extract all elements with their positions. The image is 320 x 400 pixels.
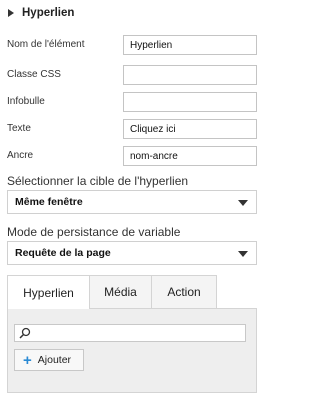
persistence-select-value: Requête de la page (15, 247, 111, 259)
tooltip-label: Infobulle (7, 96, 45, 107)
anchor-input[interactable] (123, 146, 257, 166)
text-label: Texte (7, 123, 31, 134)
css-class-input[interactable] (123, 65, 257, 85)
persistence-select[interactable]: Requête de la page (7, 241, 257, 265)
tabs-panel: Hyperlien Média Action + Ajouter (7, 275, 257, 393)
field-row-element-name: Nom de l'élément (7, 35, 257, 57)
persistence-select-label: Mode de persistance de variable (7, 225, 181, 239)
field-row-css-class: Classe CSS (7, 65, 257, 87)
search-icon (19, 327, 31, 339)
caret-down-icon[interactable] (238, 200, 248, 206)
section-header-hyperlien[interactable]: Hyperlien (8, 3, 74, 23)
add-button-label: Ajouter (37, 354, 72, 366)
tooltip-input[interactable] (123, 92, 257, 112)
element-name-input[interactable] (123, 35, 257, 55)
tab-hyperlien[interactable]: Hyperlien (7, 275, 90, 310)
tab-action[interactable]: Action (151, 275, 217, 309)
plus-icon: + (23, 351, 32, 369)
target-select-label: Sélectionner la cible de l'hyperlien (7, 174, 189, 188)
tab-media[interactable]: Média (89, 275, 152, 309)
tab-strip: Hyperlien Média Action (7, 275, 257, 310)
tab-content-hyperlien: + Ajouter (7, 309, 257, 393)
section-title: Hyperlien (22, 7, 75, 19)
text-input[interactable] (123, 119, 257, 139)
field-row-anchor: Ancre (7, 146, 257, 168)
search-input[interactable] (14, 324, 246, 342)
field-row-text: Texte (7, 119, 257, 141)
add-button[interactable]: + Ajouter (14, 349, 84, 371)
target-select-value: Même fenêtre (15, 196, 83, 208)
field-row-tooltip: Infobulle (7, 92, 257, 114)
target-select[interactable]: Même fenêtre (7, 190, 257, 214)
css-class-label: Classe CSS (7, 69, 61, 80)
expand-triangle-icon[interactable] (8, 9, 14, 17)
element-name-label: Nom de l'élément (7, 39, 85, 50)
caret-down-icon[interactable] (238, 251, 248, 257)
anchor-label: Ancre (7, 150, 34, 161)
